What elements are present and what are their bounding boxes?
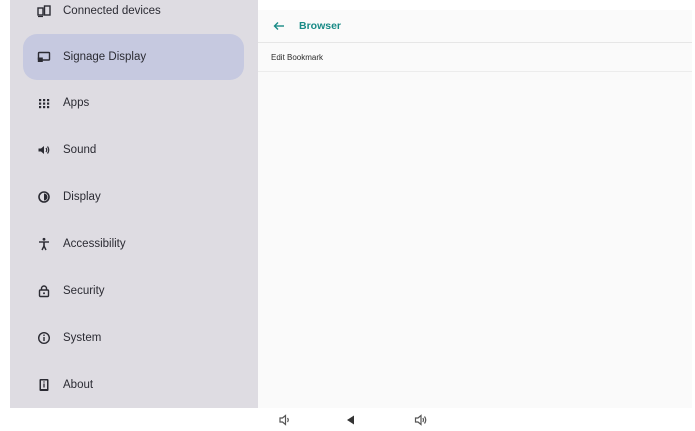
connected-devices-icon xyxy=(37,4,51,18)
speaker-icon xyxy=(37,143,51,157)
settings-window: Connected devices Signage Display Apps S… xyxy=(10,0,692,408)
page-title: Browser xyxy=(299,20,342,32)
sidebar-item-label: Security xyxy=(63,285,105,297)
settings-sidebar: Connected devices Signage Display Apps S… xyxy=(10,0,258,408)
volume-down-icon[interactable] xyxy=(278,413,292,427)
sidebar-item-security[interactable]: Security xyxy=(23,268,244,314)
apps-grid-icon xyxy=(37,96,51,110)
info-icon xyxy=(37,331,51,345)
page-header: Browser xyxy=(258,10,692,43)
sidebar-item-label: Display xyxy=(63,191,101,203)
tablet-info-icon xyxy=(37,378,51,392)
lock-icon xyxy=(37,284,51,298)
content-panel: Browser Edit Bookmark xyxy=(258,10,692,408)
sidebar-item-label: Accessibility xyxy=(63,238,126,250)
sidebar-item-accessibility[interactable]: Accessibility xyxy=(23,221,244,267)
sidebar-item-label: System xyxy=(63,332,102,344)
sidebar-item-connected-devices[interactable]: Connected devices xyxy=(23,0,244,34)
signage-display-icon xyxy=(37,50,51,64)
list-item-label: Edit Bookmark xyxy=(271,52,324,62)
back-arrow-icon[interactable] xyxy=(272,19,286,33)
sidebar-item-display[interactable]: Display xyxy=(23,174,244,220)
sidebar-item-apps[interactable]: Apps xyxy=(23,80,244,126)
sidebar-item-label: Apps xyxy=(63,97,90,109)
brightness-icon xyxy=(37,190,51,204)
sidebar-item-about[interactable]: About xyxy=(23,362,244,408)
sidebar-item-label: Signage Display xyxy=(63,51,147,63)
back-triangle-icon[interactable] xyxy=(344,413,358,427)
edit-bookmark-item[interactable]: Edit Bookmark xyxy=(258,43,692,72)
sidebar-item-label: About xyxy=(63,379,94,391)
sidebar-item-label: Connected devices xyxy=(63,5,161,17)
sidebar-item-system[interactable]: System xyxy=(23,315,244,361)
sidebar-item-sound[interactable]: Sound xyxy=(23,127,244,173)
accessibility-icon xyxy=(37,237,51,251)
sidebar-item-signage-display[interactable]: Signage Display xyxy=(23,34,244,80)
system-navigation-bar xyxy=(0,408,695,431)
sidebar-item-label: Sound xyxy=(63,144,97,156)
volume-up-icon[interactable] xyxy=(414,413,428,427)
